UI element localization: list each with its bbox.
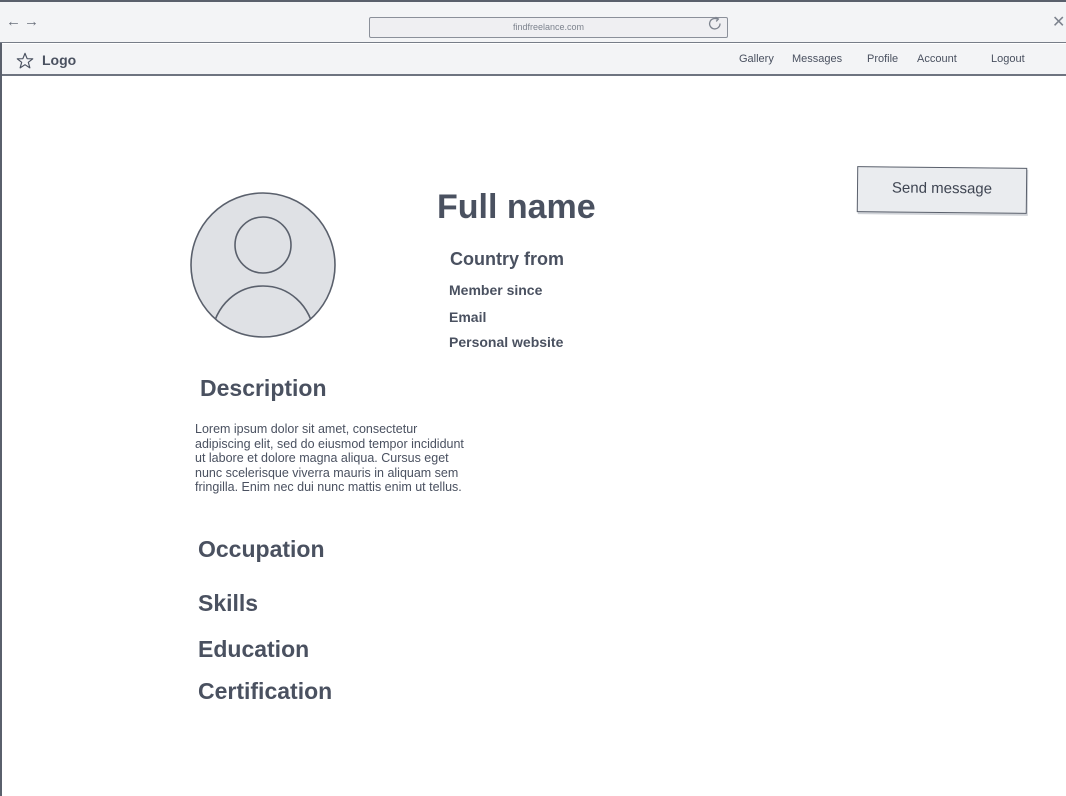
window-frame	[0, 0, 1066, 796]
description-text: Lorem ipsum dolor sit amet, consectetur …	[195, 422, 464, 494]
education-heading: Education	[198, 636, 310, 662]
logo-label[interactable]: Logo	[42, 52, 76, 68]
full-name: Full name	[437, 188, 596, 226]
user-avatar-icon	[190, 192, 336, 338]
personal-website[interactable]: Personal website	[449, 334, 563, 350]
arrow-left-icon[interactable]: ←	[6, 14, 21, 29]
certification-heading: Certification	[198, 678, 333, 704]
nav-messages[interactable]: Messages	[792, 53, 842, 65]
nav-logout[interactable]: Logout	[991, 53, 1025, 65]
member-since: Member since	[449, 282, 543, 298]
country-from: Country from	[450, 249, 564, 269]
send-message-button[interactable]: Send message	[856, 166, 1028, 214]
star-icon	[16, 52, 34, 69]
address-bar[interactable]: findfreelance.com	[369, 17, 728, 38]
nav-profile[interactable]: Profile	[867, 53, 898, 65]
nav-gallery[interactable]: Gallery	[739, 53, 774, 65]
url-text: findfreelance.com	[512, 22, 585, 32]
app-header: Logo Gallery Messages Profile Account Lo…	[2, 44, 1066, 76]
close-icon[interactable]: ✕	[1052, 15, 1065, 31]
skills-heading: Skills	[198, 590, 259, 616]
reload-icon[interactable]	[706, 15, 724, 33]
description-heading: Description	[200, 375, 327, 401]
browser-toolbar: ← → findfreelance.com ✕	[0, 2, 1066, 43]
email: Email	[449, 309, 487, 325]
occupation-heading: Occupation	[198, 536, 325, 562]
arrow-right-icon[interactable]: →	[24, 14, 39, 29]
nav-account[interactable]: Account	[917, 53, 957, 65]
